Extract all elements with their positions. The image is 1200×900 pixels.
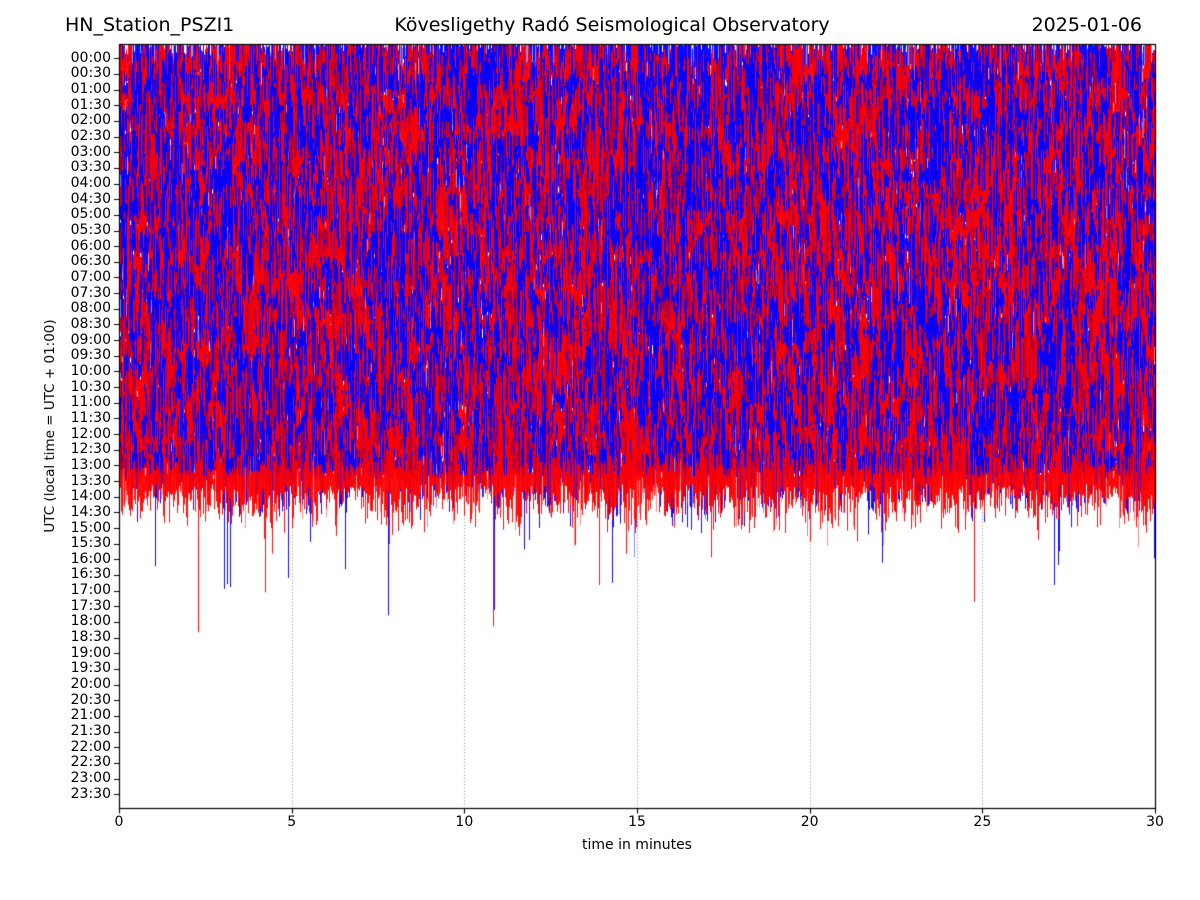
y-axis-label: UTC (local time = UTC + 01:00) xyxy=(42,319,58,533)
seismogram-figure: HN_Station_PSZI1 Kövesligethy Radó Seism… xyxy=(0,0,1200,900)
observatory-title: Kövesligethy Radó Seismological Observat… xyxy=(394,14,830,36)
x-axis-label: time in minutes xyxy=(582,837,692,853)
helicorder-plot-canvas xyxy=(0,0,1200,900)
station-title: HN_Station_PSZI1 xyxy=(65,14,235,36)
date-title: 2025-01-06 xyxy=(1031,14,1142,36)
